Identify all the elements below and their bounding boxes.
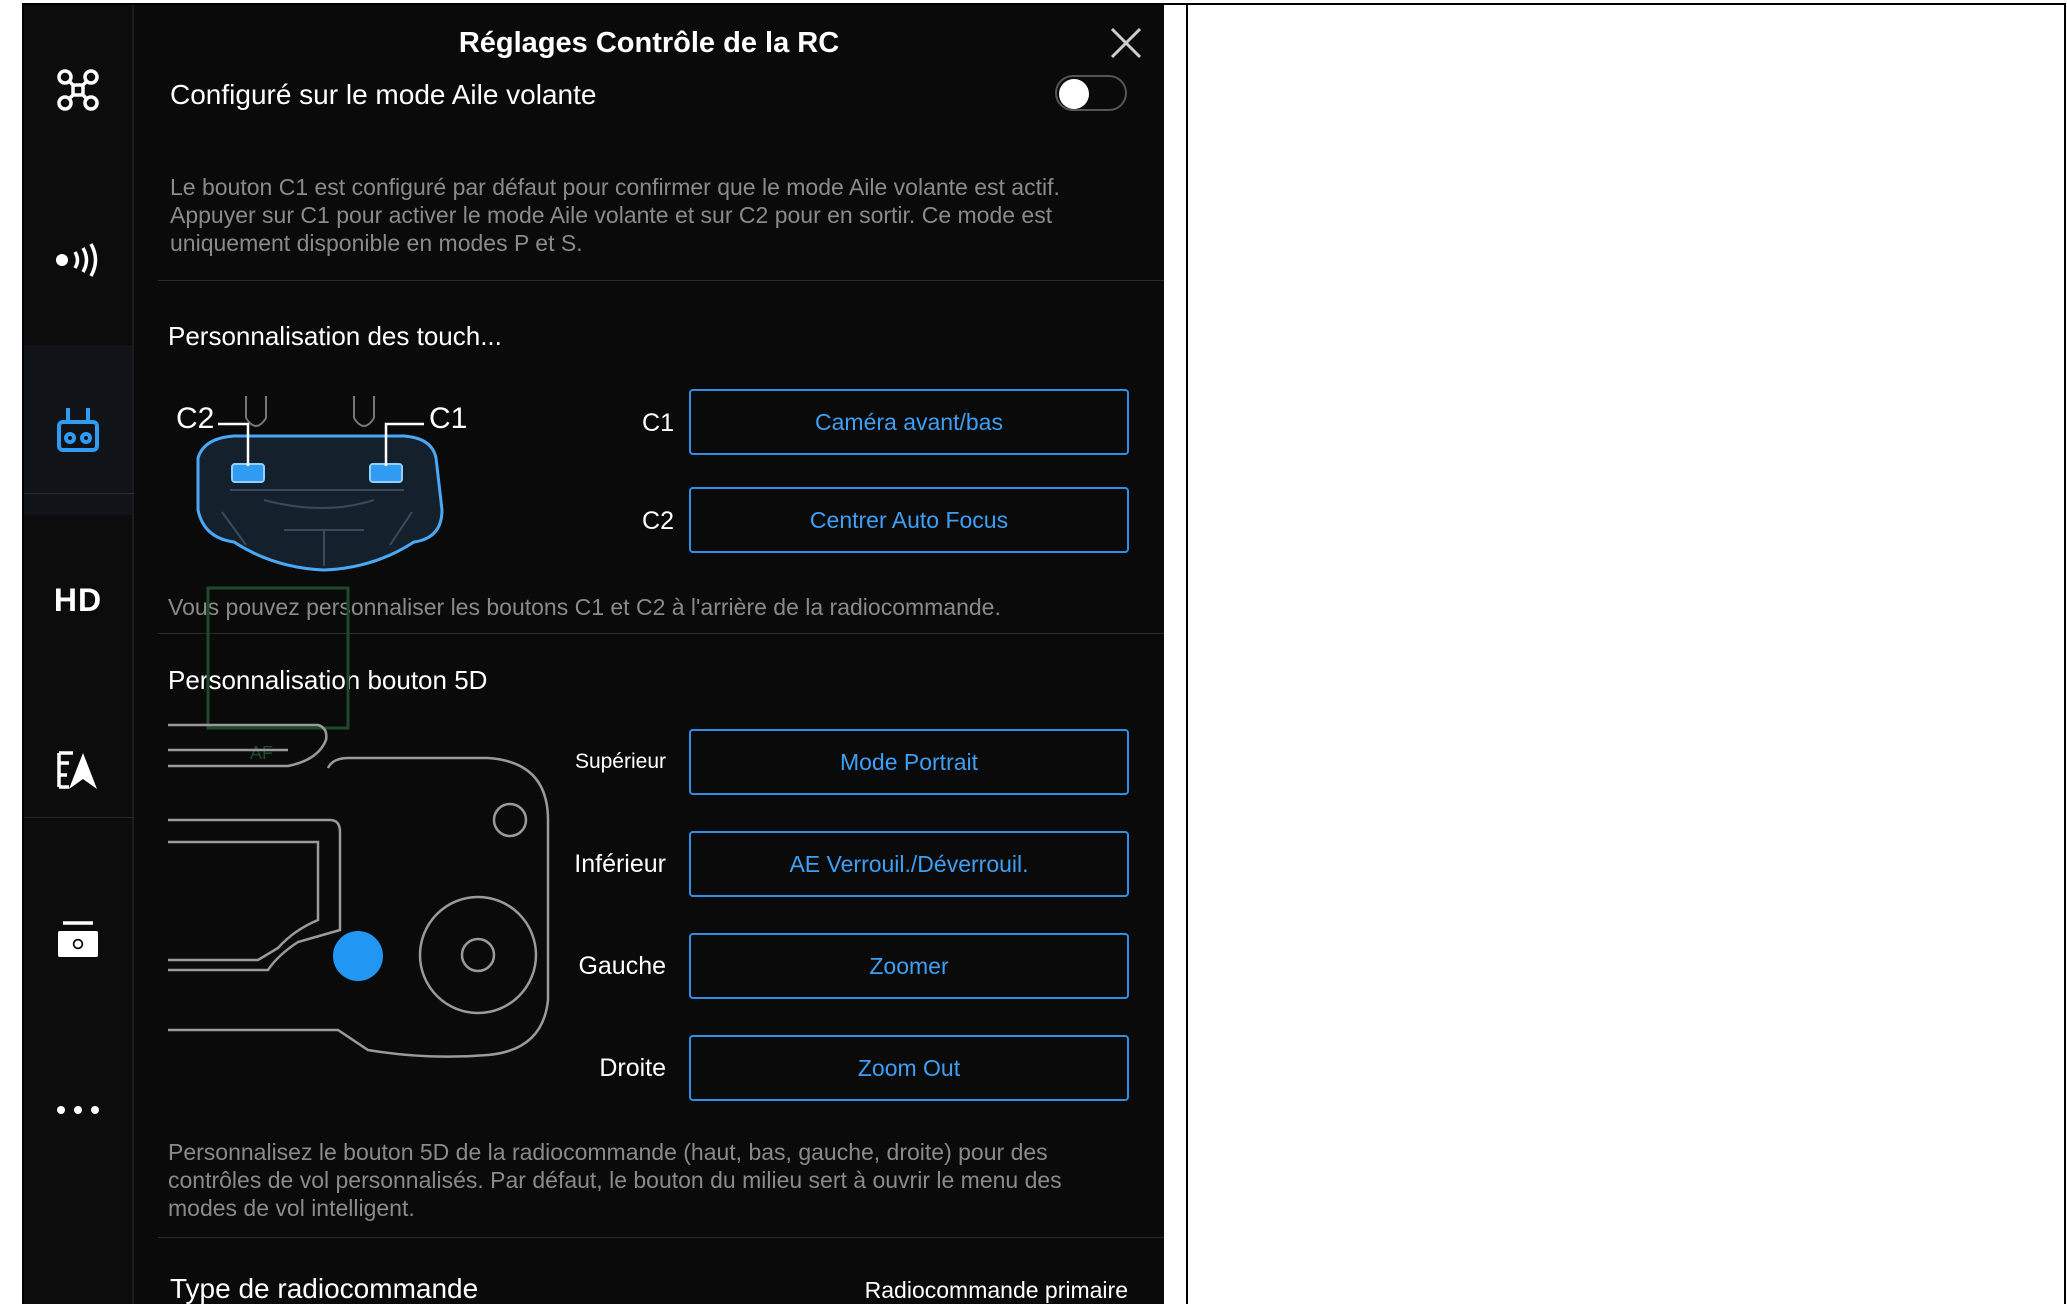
- five-d-left-button[interactable]: Zoomer: [689, 933, 1129, 999]
- five-d-down-label: Inférieur: [574, 850, 666, 878]
- five-d-left-label: Gauche: [578, 952, 666, 980]
- table-divider: [1186, 3, 1188, 1304]
- toggle-knob: [1059, 79, 1089, 109]
- five-d-down-button[interactable]: AE Verrouil./Déverrouil.: [689, 831, 1129, 897]
- c1-label: C1: [642, 409, 674, 437]
- section-divider: [158, 1237, 1164, 1238]
- c1-assignment-button[interactable]: Caméra avant/bas: [689, 389, 1129, 455]
- hd-label: HD: [53, 581, 103, 618]
- five-d-up-label: Supérieur: [574, 750, 666, 773]
- app-window: HD Réglages Contrôle de la RC Configuré …: [24, 5, 1164, 1304]
- flying-wing-label: Configuré sur le mode Aile volante: [170, 79, 597, 110]
- settings-panel: Réglages Contrôle de la RC Configuré sur…: [134, 5, 1164, 1304]
- drone-icon: [57, 69, 99, 111]
- five-d-description: Personnalisez le bouton 5D de la radioco…: [168, 1139, 1062, 1221]
- flying-wing-toggle[interactable]: [1055, 75, 1127, 111]
- map-icon: [57, 751, 97, 789]
- rc-type-value[interactable]: Radiocommande primaire: [865, 1277, 1128, 1304]
- c2-label: C2: [642, 507, 674, 535]
- more-icon: [57, 1106, 99, 1114]
- rc-type-label: Type de radiocommande: [170, 1273, 479, 1304]
- af-overlay-text: AF: [250, 743, 273, 763]
- five-d-right-button[interactable]: Zoom Out: [689, 1035, 1129, 1101]
- close-icon[interactable]: [1108, 25, 1144, 61]
- section-divider: [158, 280, 1164, 281]
- controller-back-diagram: C2 C1: [176, 396, 467, 572]
- controller-front-diagram: AF: [168, 586, 550, 1058]
- remote-controller-icon: [57, 408, 99, 452]
- diagram-label-c2: C2: [176, 402, 214, 435]
- focus-frame-overlay: [206, 586, 350, 730]
- five-d-right-label: Droite: [599, 1054, 666, 1082]
- custom-buttons-title: Personnalisation des touch...: [168, 321, 502, 351]
- sidebar-item-camera[interactable]: [24, 855, 132, 1025]
- sidebar-item-remote-controller[interactable]: [24, 345, 132, 515]
- sidebar-item-more[interactable]: [24, 1025, 132, 1195]
- sidebar-item-transmission[interactable]: [24, 175, 132, 345]
- sidebar: HD: [24, 5, 134, 1304]
- sidebar-item-map[interactable]: [24, 685, 132, 855]
- camera-icon: [58, 921, 98, 957]
- diagram-label-c1: C1: [429, 402, 467, 435]
- signal-icon: [56, 243, 98, 277]
- sidebar-item-hd[interactable]: HD: [24, 515, 132, 685]
- five-d-up-button[interactable]: Mode Portrait: [689, 729, 1129, 795]
- sidebar-item-aircraft[interactable]: [24, 5, 132, 175]
- five-d-button-highlight: [333, 931, 383, 981]
- flying-wing-description: Le bouton C1 est configuré par défaut po…: [170, 174, 1060, 256]
- c2-assignment-button[interactable]: Centrer Auto Focus: [689, 487, 1129, 553]
- page-title: Réglages Contrôle de la RC: [458, 27, 840, 59]
